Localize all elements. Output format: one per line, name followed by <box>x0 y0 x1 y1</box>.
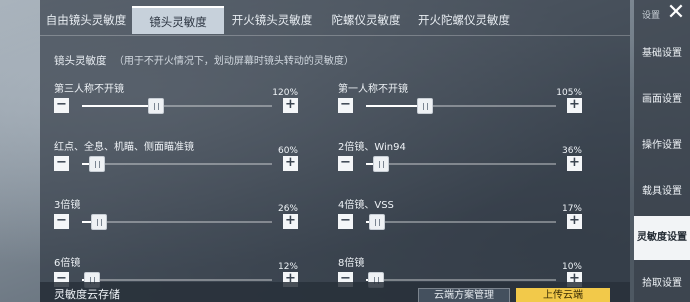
sidebar-item-basic[interactable]: 基础设置 <box>634 32 690 76</box>
slider-label: 第一人称不开镜 <box>338 84 408 95</box>
settings-title: 设置 <box>642 11 661 21</box>
section-title: 镜头灵敏度 <box>54 55 107 67</box>
slider-label: 2倍镜、Win94 <box>338 142 406 153</box>
slider-thumb[interactable] <box>416 98 433 114</box>
increase-button[interactable]: + <box>567 98 582 113</box>
cloud-manage-button[interactable]: 云端方案管理 <box>418 288 510 302</box>
tab-bar: 自由镜头灵敏度 镜头灵敏度 开火镜头灵敏度 陀螺仪灵敏度 开火陀螺仪灵敏度 <box>40 6 630 36</box>
slider-thumb[interactable] <box>148 98 165 114</box>
slider-track[interactable] <box>82 156 272 172</box>
increase-button[interactable]: + <box>283 214 298 229</box>
slider-label: 8倍镜 <box>338 258 365 269</box>
slider-label: 红点、全息、机瞄、侧面瞄准镜 <box>54 142 194 153</box>
close-icon[interactable]: ✕ <box>664 2 688 26</box>
cloud-storage-bar: 灵敏度云存储 云端方案管理 上传云端 <box>40 282 630 302</box>
decrease-button[interactable]: − <box>338 98 353 113</box>
slider-track[interactable] <box>366 272 556 288</box>
slider-track[interactable] <box>366 214 556 230</box>
upload-cloud-button[interactable]: 上传云端 <box>516 288 610 302</box>
slider-third-person: 第三人称不开镜 120% − + <box>54 80 298 128</box>
increase-button[interactable]: + <box>283 156 298 171</box>
sensitivity-panel: 自由镜头灵敏度 镜头灵敏度 开火镜头灵敏度 陀螺仪灵敏度 开火陀螺仪灵敏度 镜头… <box>40 0 630 302</box>
slider-first-person: 第一人称不开镜 105% − + <box>338 80 582 128</box>
tab-camera[interactable]: 镜头灵敏度 <box>132 6 224 34</box>
slider-3x-scope: 3倍镜 26% − + <box>54 196 298 244</box>
slider-label: 4倍镜、VSS <box>338 200 394 211</box>
decrease-button[interactable]: − <box>338 156 353 171</box>
slider-thumb[interactable] <box>91 214 108 230</box>
increase-button[interactable]: + <box>283 98 298 113</box>
settings-sidebar: 设置 ✕ 基础设置 画面设置 操作设置 载具设置 灵敏度设置 拾取设置 <box>634 0 690 302</box>
slider-label: 3倍镜 <box>54 200 81 211</box>
tab-fire-gyroscope[interactable]: 开火陀螺仪灵敏度 <box>412 6 516 34</box>
slider-track[interactable] <box>366 98 556 114</box>
sidebar-item-pickup[interactable]: 拾取设置 <box>634 262 690 302</box>
sidebar-item-graphics[interactable]: 画面设置 <box>634 78 690 122</box>
slider-track[interactable] <box>82 272 272 288</box>
section-intro: 镜头灵敏度 （用于不开火情况下，划动屏幕时镜头转动的灵敏度） <box>54 52 354 68</box>
tab-fire-camera[interactable]: 开火镜头灵敏度 <box>224 6 320 34</box>
slider-track[interactable] <box>82 98 272 114</box>
sidebar-item-controls[interactable]: 操作设置 <box>634 124 690 168</box>
tab-gyroscope[interactable]: 陀螺仪灵敏度 <box>320 6 412 34</box>
slider-2x-scope: 2倍镜、Win94 36% − + <box>338 138 582 186</box>
increase-button[interactable]: + <box>567 156 582 171</box>
slider-thumb[interactable] <box>369 214 386 230</box>
slider-red-dot: 红点、全息、机瞄、侧面瞄准镜 60% − + <box>54 138 298 186</box>
slider-thumb[interactable] <box>373 156 390 172</box>
slider-track[interactable] <box>366 156 556 172</box>
sidebar-item-sensitivity[interactable]: 灵敏度设置 <box>634 216 690 260</box>
decrease-button[interactable]: − <box>54 156 69 171</box>
decrease-button[interactable]: − <box>338 214 353 229</box>
section-note: （用于不开火情况下，划动屏幕时镜头转动的灵敏度） <box>113 56 354 67</box>
decrease-button[interactable]: − <box>54 214 69 229</box>
sidebar-item-vehicle[interactable]: 载具设置 <box>634 170 690 214</box>
slider-thumb[interactable] <box>89 156 106 172</box>
slider-label: 6倍镜 <box>54 258 81 269</box>
slider-fill <box>82 105 157 107</box>
increase-button[interactable]: + <box>567 214 582 229</box>
cloud-storage-title: 灵敏度云存储 <box>54 288 120 301</box>
slider-4x-scope: 4倍镜、VSS 17% − + <box>338 196 582 244</box>
slider-track[interactable] <box>82 214 272 230</box>
slider-label: 第三人称不开镜 <box>54 84 124 95</box>
decrease-button[interactable]: − <box>54 98 69 113</box>
tab-free-camera[interactable]: 自由镜头灵敏度 <box>40 6 132 34</box>
